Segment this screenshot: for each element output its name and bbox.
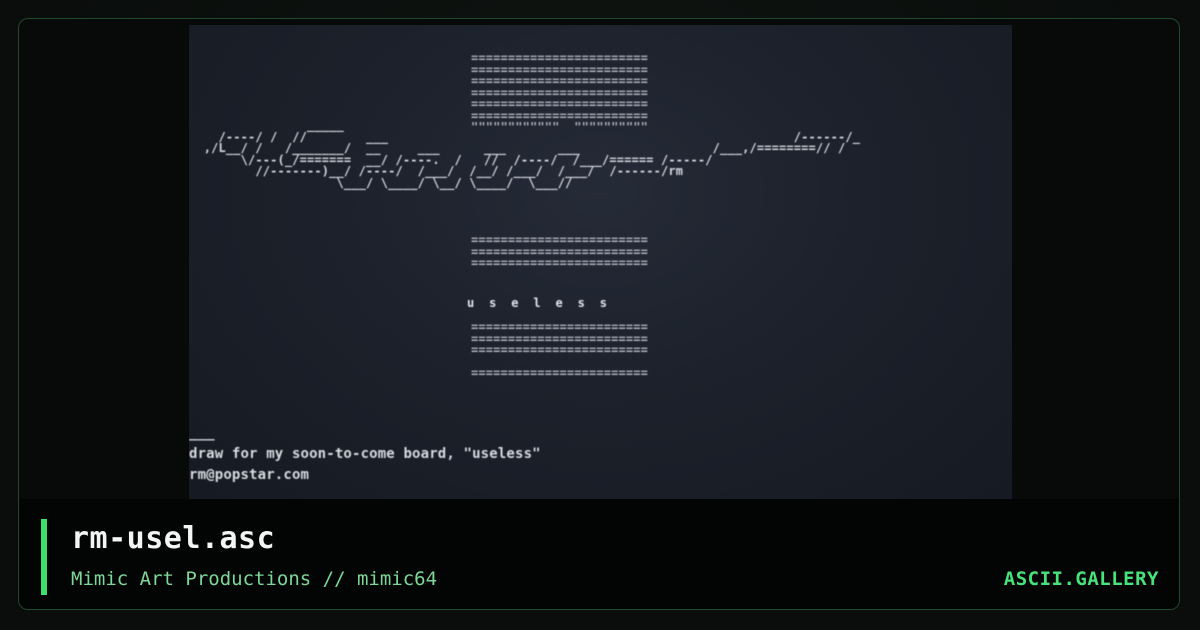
artwork-logo: _____ /----/ / // ___ /------/_ ,/L__/ /… [203, 118, 861, 190]
artwork-author[interactable]: Mimic Art Productions // mimic64 [71, 568, 437, 590]
info-bar: rm-usel.asc Mimic Art Productions // mim… [19, 499, 1179, 609]
artwork-credits: ___ draw for my soon-to-come board, "use… [189, 425, 541, 483]
site-brand[interactable]: ASCII.GALLERY [1004, 568, 1159, 590]
page: ======================== ===============… [0, 0, 1200, 630]
artwork-preview: ======================== ===============… [189, 25, 1012, 501]
accent-bar [41, 519, 47, 595]
artwork-dots-middle: ======================== ===============… [471, 233, 648, 270]
artwork-title[interactable]: rm-usel.asc [71, 521, 275, 556]
preview-card: ======================== ===============… [18, 18, 1180, 610]
artwork-letters: u s e l e s s [467, 296, 608, 310]
artwork-dots-bottom: ======================== ===============… [471, 320, 648, 380]
